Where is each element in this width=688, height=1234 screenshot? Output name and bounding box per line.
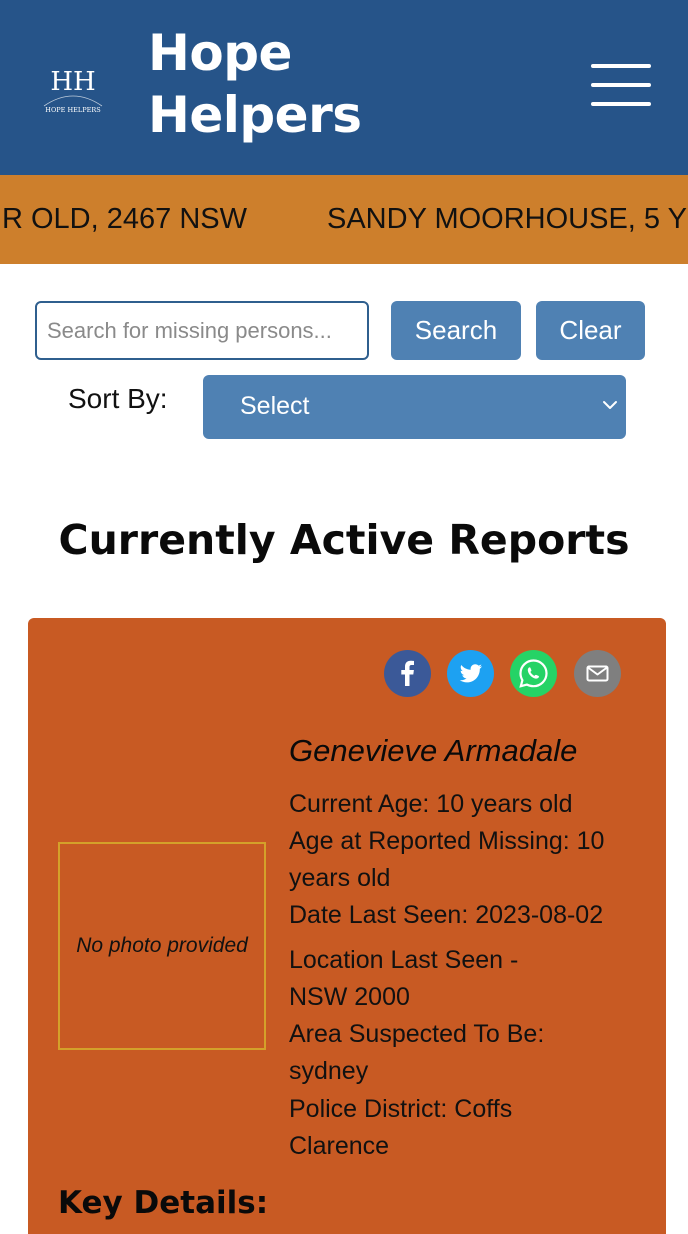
police-district-line-1: Police District: Coffs bbox=[289, 1095, 513, 1123]
site-title[interactable]: Hope Helpers bbox=[148, 22, 362, 146]
current-age: Current Age: 10 years old bbox=[289, 790, 573, 818]
logo-monogram: HH bbox=[50, 67, 95, 97]
twitter-share-icon[interactable] bbox=[447, 650, 494, 697]
area-suspected-line-2: sydney bbox=[289, 1057, 369, 1085]
sort-select-value: Select bbox=[240, 392, 310, 420]
location-last-seen-line-1: Location Last Seen - bbox=[289, 946, 519, 974]
facebook-share-icon[interactable] bbox=[384, 650, 431, 697]
clear-button[interactable]: Clear bbox=[536, 301, 645, 360]
site-title-line-2: Helpers bbox=[148, 86, 362, 144]
police-district-line-2: Clarence bbox=[289, 1132, 390, 1160]
no-photo-text: No photo provided bbox=[76, 934, 248, 957]
missing-persons-ticker: R OLD, 2467 NSW SANDY MOORHOUSE, 5 Y bbox=[0, 175, 688, 264]
area-suspected-line-1: Area Suspected To Be: bbox=[289, 1020, 545, 1048]
person-name: Genevieve Armadale bbox=[289, 733, 578, 768]
site-title-line-1: Hope bbox=[148, 24, 292, 82]
ticker-item[interactable]: R OLD, 2467 NSW bbox=[2, 201, 247, 237]
key-details-heading: Key Details: bbox=[58, 1185, 269, 1221]
whatsapp-share-icon[interactable] bbox=[510, 650, 557, 697]
site-header: HH HOPE HELPERS Hope Helpers bbox=[0, 0, 688, 175]
chevron-down-icon bbox=[603, 401, 617, 409]
sort-by-label: Sort By: bbox=[68, 383, 168, 414]
sort-select[interactable]: Select bbox=[203, 375, 626, 439]
search-button[interactable]: Search bbox=[391, 301, 521, 360]
age-at-missing-line-2: years old bbox=[289, 864, 391, 892]
hamburger-menu-icon[interactable] bbox=[588, 60, 654, 110]
ticker-item[interactable]: SANDY MOORHOUSE, 5 Y bbox=[327, 201, 687, 237]
logo-caption: HOPE HELPERS bbox=[45, 106, 100, 114]
location-last-seen-line-2: NSW 2000 bbox=[289, 983, 410, 1011]
search-input[interactable] bbox=[35, 301, 369, 360]
date-last-seen: Date Last Seen: 2023-08-02 bbox=[289, 901, 604, 929]
photo-placeholder: No photo provided bbox=[58, 842, 266, 1050]
age-at-missing-line-1: Age at Reported Missing: 10 bbox=[289, 827, 605, 855]
email-share-icon[interactable] bbox=[574, 650, 621, 697]
section-title: Currently Active Reports bbox=[58, 516, 630, 564]
hope-helpers-logo[interactable]: HH HOPE HELPERS bbox=[38, 62, 108, 116]
